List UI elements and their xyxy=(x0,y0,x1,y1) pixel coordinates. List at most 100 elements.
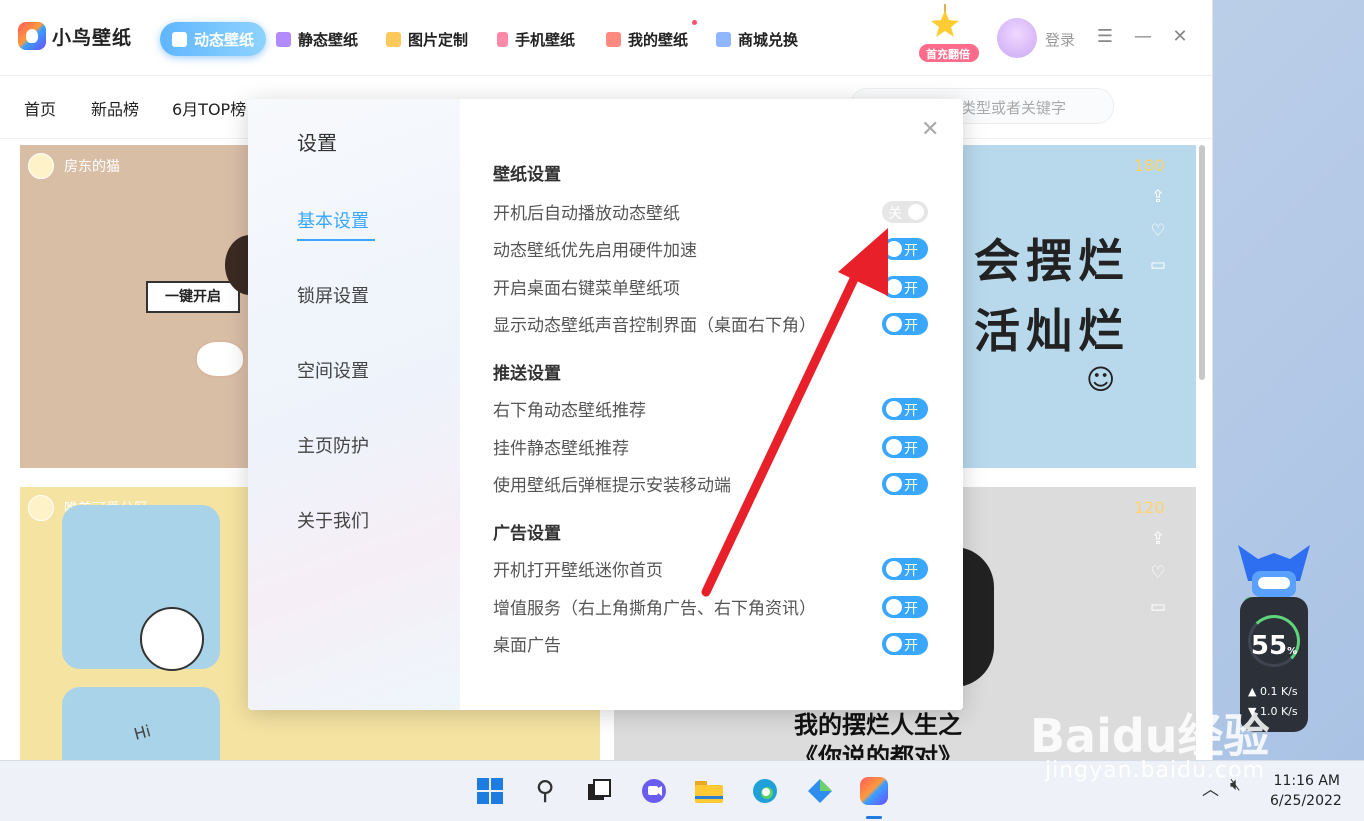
notification-dot xyxy=(692,20,697,25)
login-link[interactable]: 登录 xyxy=(1045,29,1075,50)
sidebar-item-lockscreen[interactable]: 锁屏设置 xyxy=(297,282,369,308)
subnav-top-ranking[interactable]: 6月TOP榜 xyxy=(172,96,246,120)
system-clock[interactable]: 11:16 AM 6/25/2022 xyxy=(1270,771,1342,811)
tab-shop-exchange[interactable]: 商城兑换 xyxy=(716,22,798,56)
shop-icon xyxy=(716,31,731,47)
minimize-icon[interactable]: — xyxy=(1132,26,1154,48)
tab-static-wallpaper[interactable]: 静态壁纸 xyxy=(276,22,358,56)
bird-logo-icon xyxy=(18,22,46,50)
task-view-icon[interactable] xyxy=(583,775,615,807)
sidebar-item-basic[interactable]: 基本设置 xyxy=(297,207,369,233)
menu-icon[interactable]: ☰ xyxy=(1094,26,1116,48)
share-icon[interactable]: ⇪ xyxy=(1150,529,1166,549)
wallpaper-card[interactable]: 房东的猫 一键开启 xyxy=(20,145,250,468)
active-indicator xyxy=(297,239,375,241)
robot-mascot-icon xyxy=(1238,545,1310,605)
toggle-state: 开 xyxy=(904,243,918,259)
user-icon xyxy=(606,31,621,47)
toggle-desktop-ads[interactable]: 开 xyxy=(882,633,928,655)
search-icon[interactable]: ⚲ xyxy=(529,775,561,807)
chat-icon[interactable] xyxy=(638,775,670,807)
settings-dialog: 设置 基本设置 锁屏设置 空间设置 主页防护 关于我们 ✕ 壁纸设置 开机后自动… xyxy=(248,99,963,710)
app-logo[interactable]: 小鸟壁纸 xyxy=(18,22,132,50)
toggle-state: 开 xyxy=(904,281,918,297)
heart-icon[interactable]: ♡ xyxy=(1150,221,1166,241)
tab-label: 我的壁纸 xyxy=(628,30,689,49)
tab-label: 图片定制 xyxy=(408,30,469,49)
duck-image xyxy=(140,607,204,671)
toggle-mini-homepage[interactable]: 开 xyxy=(882,558,928,580)
play-icon xyxy=(172,31,187,47)
tab-my-wallpaper[interactable]: 我的壁纸 xyxy=(606,22,688,56)
sidebar-item-about[interactable]: 关于我们 xyxy=(297,507,369,533)
card-text-2: 活灿烂 xyxy=(974,304,1130,358)
toggle-value-added[interactable]: 开 xyxy=(882,596,928,618)
toggle-state: 开 xyxy=(904,441,918,457)
close-icon[interactable]: ✕ xyxy=(921,119,939,141)
windows-start-icon[interactable] xyxy=(474,775,506,807)
search-placeholder: 类型或者关键字 xyxy=(961,99,1067,117)
card-price: 120 xyxy=(1134,498,1165,517)
image-icon xyxy=(276,31,291,47)
clock-date: 6/25/2022 xyxy=(1270,793,1342,809)
tab-label: 动态壁纸 xyxy=(194,30,255,49)
toggle-widget-recommend[interactable]: 开 xyxy=(882,436,928,458)
toggle-context-menu[interactable]: 开 xyxy=(882,276,928,298)
active-app-indicator xyxy=(866,816,882,819)
bird-wallpaper-app-icon[interactable] xyxy=(858,775,890,807)
avatar[interactable] xyxy=(997,18,1037,58)
option-label: 挂件静态壁纸推荐 xyxy=(493,439,629,459)
subnav-home[interactable]: 首页 xyxy=(24,96,56,120)
sidebar-item-space[interactable]: 空间设置 xyxy=(297,357,369,383)
tab-image-custom[interactable]: 图片定制 xyxy=(386,22,468,56)
option-label: 开机后自动播放动态壁纸 xyxy=(493,204,680,224)
edge-icon[interactable] xyxy=(749,775,781,807)
section-title-push: 推送设置 xyxy=(493,364,561,384)
tab-label: 静态壁纸 xyxy=(298,30,359,49)
share-icon[interactable]: ⇪ xyxy=(1150,187,1166,207)
card-price: 180 xyxy=(1134,156,1165,175)
card-caption-1: 我的摆烂人生之 xyxy=(794,711,962,739)
scrollbar[interactable] xyxy=(1199,145,1205,380)
card-author: 房东的猫 xyxy=(28,153,120,179)
baidu-watermark: Baidu经验 xyxy=(1030,709,1270,763)
tab-phone-wallpaper[interactable]: 手机壁纸 xyxy=(497,22,575,56)
toggle-corner-recommend[interactable]: 开 xyxy=(882,398,928,420)
usage-percent: 55% xyxy=(1250,631,1298,661)
toggle-hw-accel[interactable]: 开 xyxy=(882,238,928,260)
tab-dynamic-wallpaper[interactable]: 动态壁纸 xyxy=(160,22,267,56)
settings-sidebar: 设置 基本设置 锁屏设置 空间设置 主页防护 关于我们 xyxy=(248,99,460,710)
toggle-sound-control[interactable]: 开 xyxy=(882,313,928,335)
toggle-state: 关 xyxy=(888,206,902,222)
close-window-icon[interactable]: ✕ xyxy=(1169,26,1191,48)
promo-label: 首充翻倍 xyxy=(926,48,970,61)
sidebar-item-homepage-protect[interactable]: 主页防护 xyxy=(297,432,369,458)
comment-icon[interactable]: ▭ xyxy=(1150,597,1166,617)
author-avatar xyxy=(28,153,54,179)
section-title-wallpaper: 壁纸设置 xyxy=(493,165,561,185)
wallpaper-card[interactable]: 180 ⇪ ♡ ▭ 会摆烂 活灿烂 ☺ xyxy=(962,145,1196,468)
promo-badge[interactable]: 首充翻倍 xyxy=(915,4,981,66)
diy-icon xyxy=(386,31,401,47)
toggle-state: 开 xyxy=(904,638,918,654)
smile-icon: ☺ xyxy=(1086,363,1116,396)
toggle-state: 开 xyxy=(904,478,918,494)
folder-icon[interactable] xyxy=(693,775,725,807)
pinned-app-icon[interactable] xyxy=(804,775,836,807)
card-caption-2: 《你说的都对》 xyxy=(794,743,962,760)
tab-label: 商城兑换 xyxy=(738,30,799,49)
toggle-state: 开 xyxy=(904,601,918,617)
cat-image xyxy=(195,340,245,378)
heart-icon[interactable]: ♡ xyxy=(1150,563,1166,583)
toggle-mobile-prompt[interactable]: 开 xyxy=(882,473,928,495)
option-label: 使用壁纸后弹框提示安装移动端 xyxy=(493,476,731,496)
settings-title: 设置 xyxy=(297,131,337,155)
app-name: 小鸟壁纸 xyxy=(52,26,133,49)
toggle-autoplay[interactable]: 关 xyxy=(882,201,928,223)
clock-time: 11:16 AM xyxy=(1273,773,1340,789)
comment-icon[interactable]: ▭ xyxy=(1150,255,1166,275)
upload-rate: ▲ 0.1 K/s xyxy=(1248,685,1298,698)
subnav-new-ranking[interactable]: 新品榜 xyxy=(91,96,139,120)
card-banner: 一键开启 xyxy=(146,281,240,313)
watermark-url: jingyan.baidu.com xyxy=(1045,758,1266,783)
